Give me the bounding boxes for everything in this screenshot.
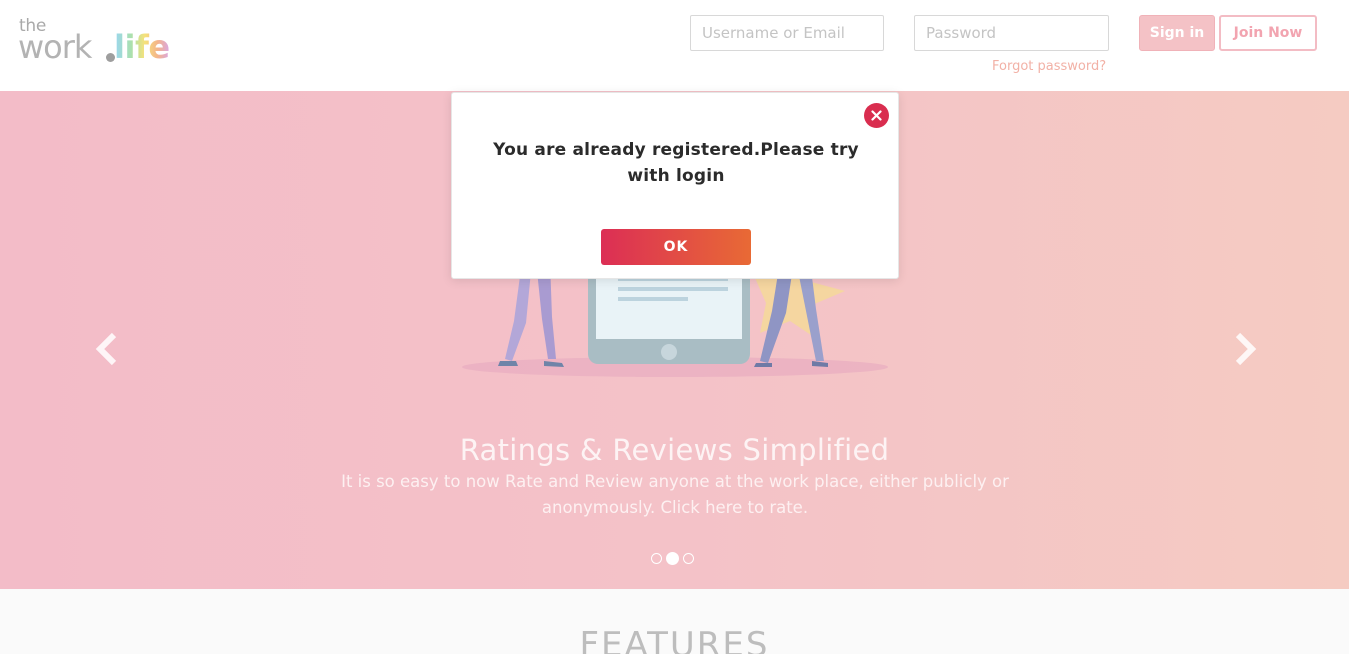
logo-life: life	[114, 28, 170, 66]
close-icon	[871, 110, 882, 121]
join-now-button[interactable]: Join Now	[1219, 15, 1317, 51]
ok-button[interactable]: OK	[601, 229, 751, 265]
slide-description[interactable]: It is so easy to now Rate and Review any…	[340, 469, 1010, 521]
sign-in-button[interactable]: Sign in	[1139, 15, 1215, 51]
chevron-left-icon	[95, 332, 117, 366]
forgot-password-link[interactable]: Forgot password?	[992, 59, 1106, 74]
username-input[interactable]	[690, 15, 884, 51]
site-header: the work life Forgot password? Sign in J…	[0, 0, 1366, 91]
chevron-right-icon	[1235, 332, 1257, 366]
scrollbar[interactable]	[1349, 0, 1366, 654]
site-logo[interactable]: the work life	[18, 16, 178, 66]
carousel-indicator-3[interactable]	[683, 552, 694, 564]
logo-work: work	[18, 28, 92, 66]
carousel-indicator-1[interactable]	[651, 552, 662, 564]
carousel-prev-button[interactable]	[86, 329, 126, 369]
features-section: FEATURES	[0, 589, 1349, 654]
modal-close-button[interactable]	[864, 103, 889, 128]
carousel-indicator-2[interactable]	[666, 551, 679, 565]
reviews-illustration	[462, 261, 888, 377]
password-input[interactable]	[914, 15, 1109, 51]
alert-modal: You are already registered.Please try wi…	[451, 92, 899, 279]
carousel-indicators	[651, 551, 694, 565]
slide-title: Ratings & Reviews Simplified	[459, 433, 890, 467]
modal-message: You are already registered.Please try wi…	[493, 140, 859, 186]
features-heading: FEATURES	[579, 625, 770, 654]
carousel-next-button[interactable]	[1226, 329, 1266, 369]
